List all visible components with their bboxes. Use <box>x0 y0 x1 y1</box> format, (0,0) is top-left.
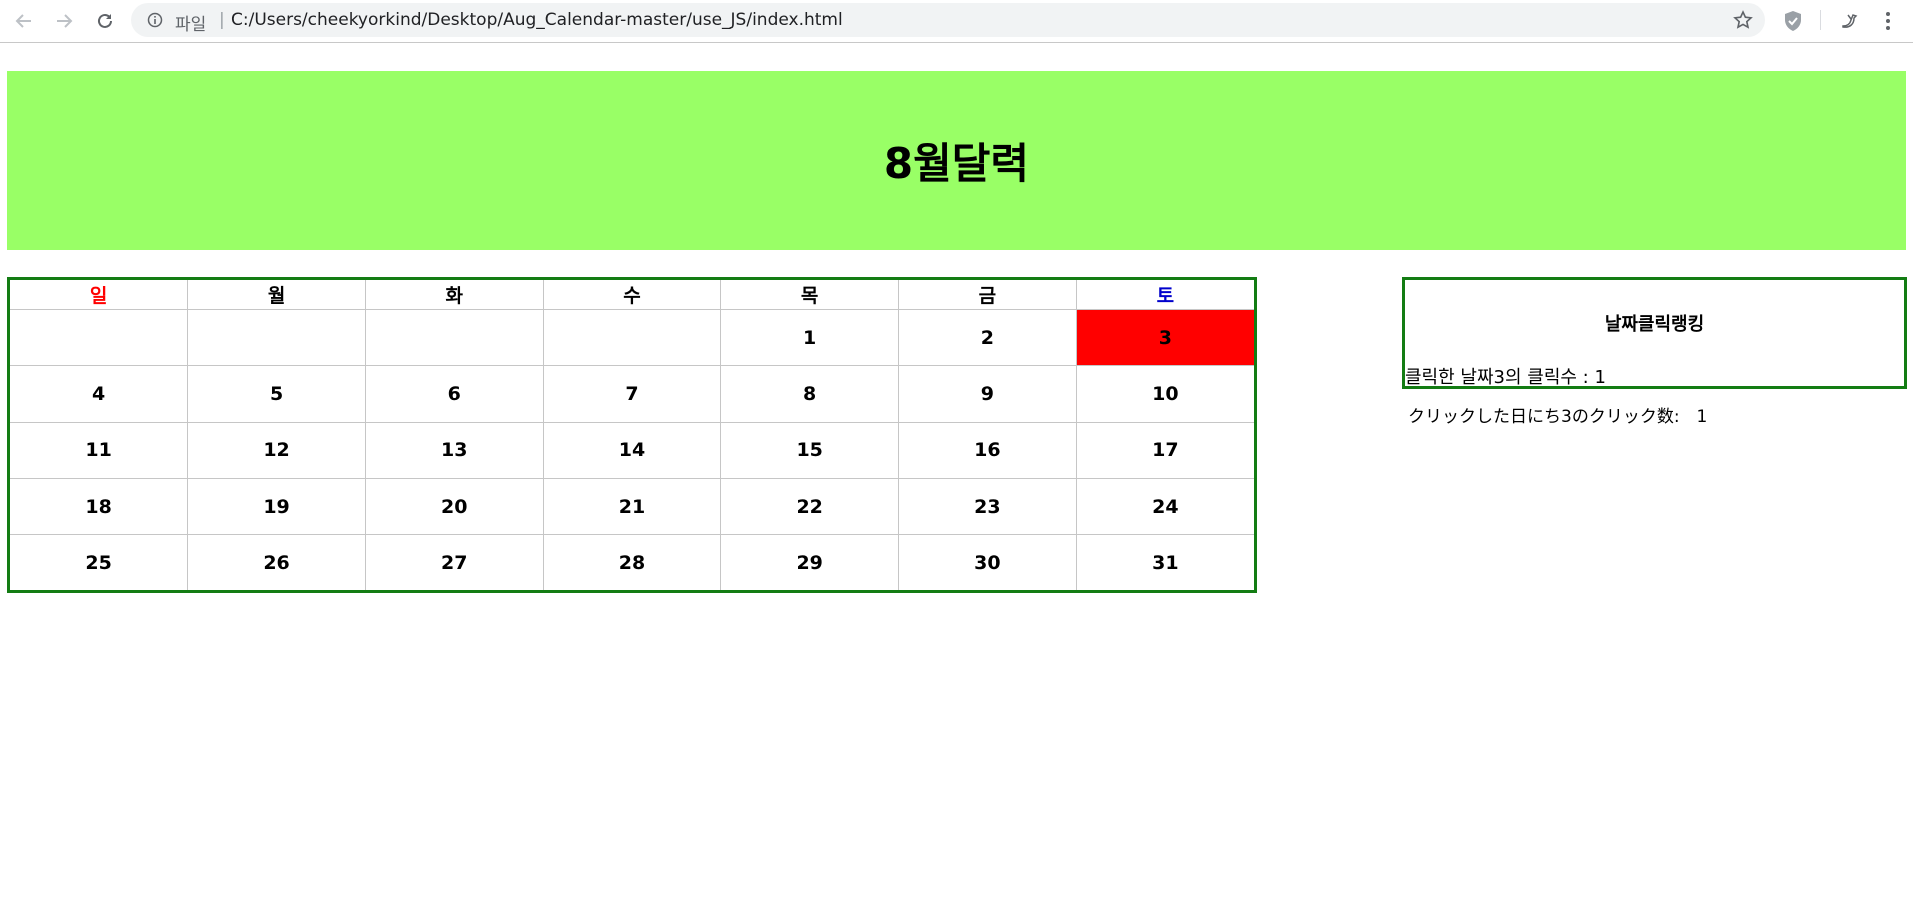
calendar-day-cell[interactable]: 30 <box>898 534 1077 590</box>
calendar-empty-cell <box>10 308 189 367</box>
browser-toolbar: 파일 | C:/Users/cheekyorkind/Desktop/Aug_C… <box>0 0 1913 43</box>
weekday-wednesday: 수 <box>542 280 722 310</box>
url-text[interactable]: C:/Users/cheekyorkind/Desktop/Aug_Calend… <box>231 10 843 30</box>
calendar-day-cell[interactable]: 10 <box>1075 365 1254 423</box>
calendar-day-cell[interactable]: 1 <box>720 308 900 367</box>
calendar-week-row: 11 12 13 14 15 16 17 <box>10 421 1254 479</box>
calendar-day-cell[interactable]: 29 <box>720 534 900 590</box>
scheme-separator: | <box>219 10 225 30</box>
reload-icon[interactable] <box>91 7 119 35</box>
info-icon[interactable] <box>147 12 163 28</box>
calendar-empty-cell <box>542 308 722 367</box>
calendar-day-cell[interactable]: 16 <box>898 421 1077 479</box>
calendar-empty-cell <box>187 308 366 367</box>
calendar-empty-cell <box>364 308 544 367</box>
weekday-tuesday: 화 <box>364 280 544 310</box>
calendar-day-cell[interactable]: 6 <box>364 365 544 423</box>
weekday-sunday: 일 <box>10 280 189 310</box>
calendar-day-cell[interactable]: 3 <box>1075 308 1254 367</box>
calendar-day-cell[interactable]: 5 <box>187 365 366 423</box>
weekday-monday: 월 <box>187 280 366 310</box>
calendar-day-cell[interactable]: 15 <box>720 421 900 479</box>
bird-extension-icon[interactable] <box>1838 9 1862 33</box>
calendar-day-cell[interactable]: 20 <box>364 477 544 536</box>
calendar-day-cell[interactable]: 23 <box>898 477 1077 536</box>
page-title: 8월달력 <box>883 139 1030 188</box>
forward-arrow-icon[interactable] <box>50 7 78 35</box>
calendar-day-cell[interactable]: 9 <box>898 365 1077 423</box>
toolbar-divider <box>1820 10 1821 30</box>
calendar-day-cell[interactable]: 8 <box>720 365 900 423</box>
calendar-week-row: 123 <box>10 308 1254 367</box>
calendar-day-cell[interactable]: 24 <box>1075 477 1254 536</box>
weekday-saturday: 토 <box>1075 280 1254 310</box>
calendar-day-cell[interactable]: 11 <box>10 421 189 479</box>
calendar-day-cell[interactable]: 4 <box>10 365 189 423</box>
ranking-title: 날짜클릭랭킹 <box>1604 314 1705 335</box>
bookmark-star-icon[interactable] <box>1733 10 1753 30</box>
calendar-day-cell[interactable]: 22 <box>720 477 900 536</box>
calendar-day-cell[interactable]: 2 <box>898 308 1077 367</box>
calendar-day-cell[interactable]: 14 <box>542 421 722 479</box>
weekday-header-row: 일 월 화 수 목 금 토 <box>10 280 1254 310</box>
weekday-friday: 금 <box>898 280 1077 310</box>
address-bar[interactable]: 파일 | C:/Users/cheekyorkind/Desktop/Aug_C… <box>131 3 1765 37</box>
calendar-day-cell[interactable]: 13 <box>364 421 544 479</box>
calendar-day-cell[interactable]: 25 <box>10 534 189 590</box>
menu-dots-icon[interactable] <box>1876 9 1900 33</box>
scheme-label: 파일 <box>175 15 207 35</box>
calendar-week-row: 18 19 20 21 22 23 24 <box>10 477 1254 536</box>
shield-extension-icon[interactable] <box>1781 9 1805 33</box>
japanese-click-count: クリックした日にち3のクリック数: 1 <box>1408 407 1708 427</box>
calendar-day-cell[interactable]: 27 <box>364 534 544 590</box>
calendar-day-cell[interactable]: 19 <box>187 477 366 536</box>
calendar-table: 일 월 화 수 목 금 토 1 2 3 4 5 6 7 8 9 10 11 12 13 14 15 16 17 1… <box>7 277 1257 593</box>
calendar-day-cell[interactable]: 26 <box>187 534 366 590</box>
calendar-day-cell[interactable]: 7 <box>542 365 722 423</box>
ranking-click-count: 클릭한 날짜3의 클릭수 : 1 <box>1405 367 1606 388</box>
page-header: 8월달력 <box>7 71 1906 250</box>
weekday-thursday: 목 <box>720 280 900 310</box>
calendar-day-cell[interactable]: 21 <box>542 477 722 536</box>
calendar-day-cell[interactable]: 28 <box>542 534 722 590</box>
calendar-week-row: 25 26 27 28 29 30 31 <box>10 534 1254 590</box>
calendar-day-cell[interactable]: 17 <box>1075 421 1254 479</box>
calendar-week-row: 4 5 6 7 8 9 10 <box>10 365 1254 423</box>
calendar-day-cell[interactable]: 12 <box>187 421 366 479</box>
back-arrow-icon[interactable] <box>10 7 38 35</box>
click-ranking-panel: 날짜클릭랭킹 클릭한 날짜3의 클릭수 : 1 <box>1402 277 1907 389</box>
calendar-day-cell[interactable]: 18 <box>10 477 189 536</box>
calendar-day-cell[interactable]: 31 <box>1075 534 1254 590</box>
